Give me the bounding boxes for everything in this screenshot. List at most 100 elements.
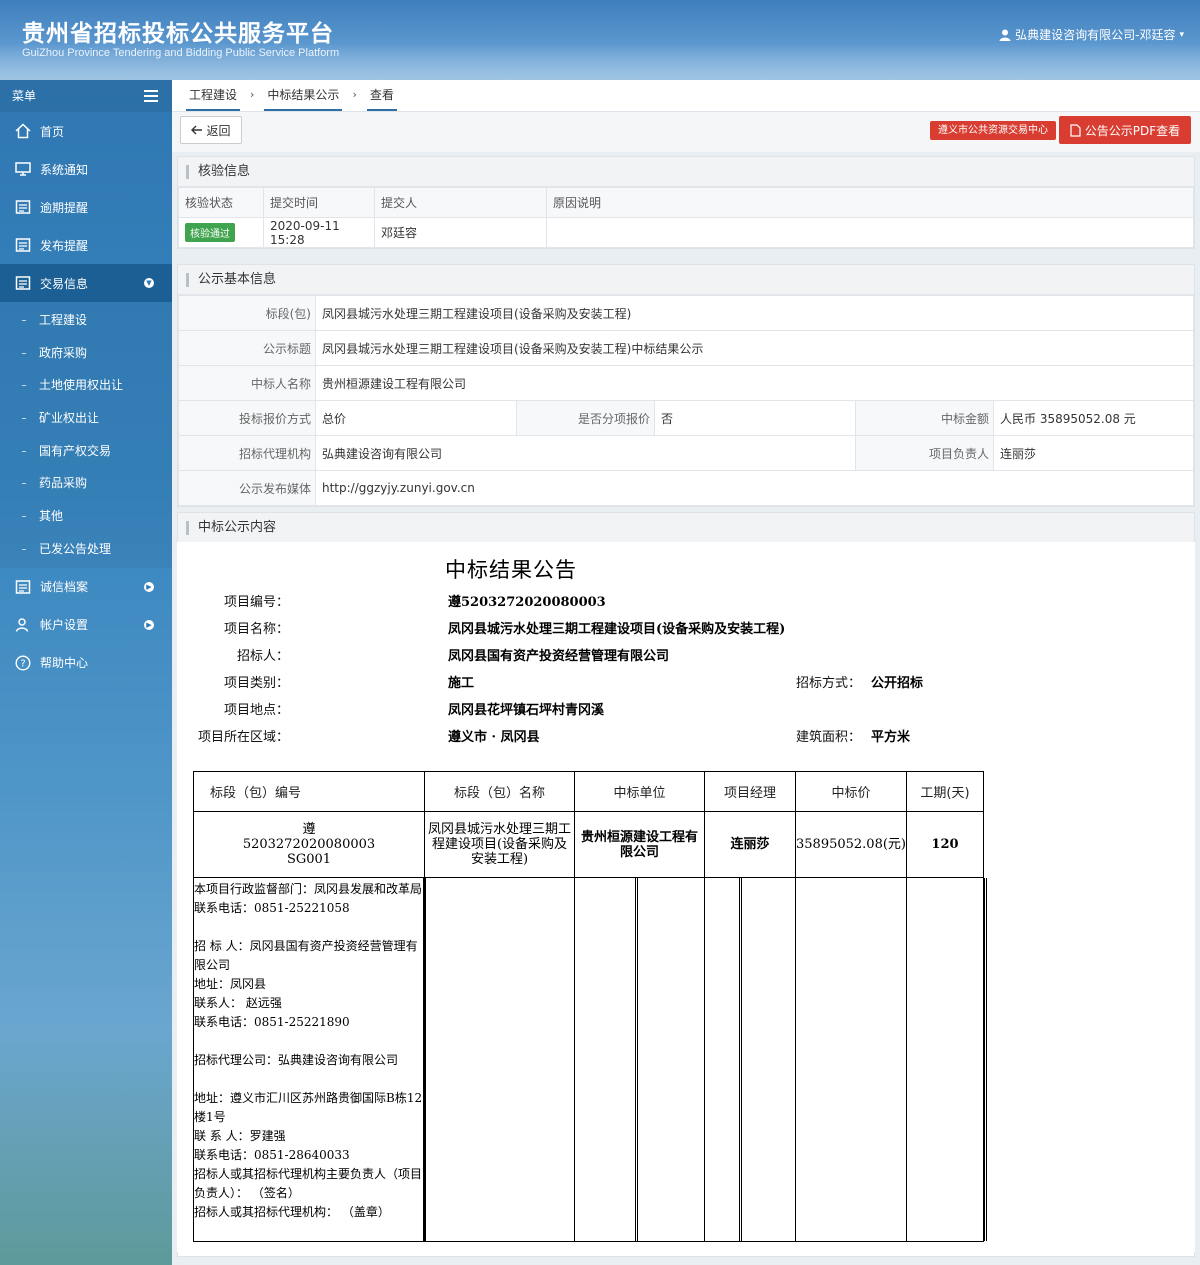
divider-line [635, 878, 638, 1241]
empty-cell [906, 877, 987, 1242]
section-code-suffix: SG001 [286, 852, 332, 867]
divider-line [739, 878, 742, 1241]
label-amount: 中标金额 [855, 400, 994, 436]
sidebar-item-label: 系统通知 [40, 162, 89, 177]
breadcrumb-item-result[interactable]: 中标结果公示 [264, 81, 343, 111]
chevron-down-icon: ▼ [144, 278, 154, 288]
value-owner: 凤冈县国有资产投资经营管理有限公司 [448, 649, 670, 664]
sub-item-land[interactable]: 土地使用权出让 [0, 369, 172, 402]
trade-center-link[interactable]: 遵义市公共资源交易中心 [930, 121, 1056, 140]
note-line: 招标人或其招标代理机构： （盖章） [194, 1205, 390, 1219]
sidebar-item-overdue[interactable]: 逾期提醒 [0, 188, 172, 226]
note-line: 联 系 人：罗建强 [194, 1129, 286, 1143]
value-winner: 贵州桓源建设工程有限公司 [315, 365, 1194, 401]
col-winner-unit: 中标单位 [574, 771, 705, 812]
sidebar-item-label: 诚信档案 [40, 580, 89, 594]
breadcrumb: 工程建设 › 中标结果公示 › 查看 [172, 80, 1200, 112]
caret-down-icon: ▾ [1179, 29, 1184, 40]
cell-project-manager: 连丽莎 [704, 811, 796, 878]
section-code-prefix: 遵 [302, 822, 316, 837]
label-notice: 公示标题 [178, 330, 316, 366]
sub-item-engineering[interactable]: 工程建设 [0, 304, 172, 337]
col-status: 核验状态 [178, 187, 264, 218]
value-area: 平方米 [871, 730, 911, 745]
sidebar-item-label: 首页 [40, 124, 65, 139]
value-notice: 凤冈县城污水处理三期工程建设项目(设备采购及安装工程)中标结果公示 [315, 330, 1194, 366]
back-label: 返回 [206, 123, 231, 138]
breadcrumb-separator: › [352, 88, 357, 101]
sidebar-item-help[interactable]: ? 帮助中心 [0, 644, 172, 682]
divider-line [984, 878, 987, 1241]
note-line: 地址：凤冈县 [194, 977, 267, 991]
note-line [194, 1070, 424, 1089]
sub-item-medicine[interactable]: 药品采购 [0, 467, 172, 500]
sidebar-item-label: 帮助中心 [40, 656, 89, 670]
empty-cell [795, 877, 907, 1242]
value-project-code: 遵5203272020080003 [448, 595, 606, 610]
value-agency: 弘典建设咨询有限公司 [315, 435, 856, 471]
site-header: 贵州省招标投标公共服务平台 GuiZhou Province Tendering… [0, 0, 1200, 80]
value-region: 遵义市 · 凤冈县 [448, 730, 540, 745]
sub-item-gov-purchase[interactable]: 政府采购 [0, 337, 172, 370]
breadcrumb-item-engineering[interactable]: 工程建设 [186, 81, 241, 111]
section-code-number: 5203272020080003 [242, 837, 376, 852]
menu-header: 菜单 [0, 80, 172, 112]
col-duration: 工期(天) [906, 771, 984, 812]
label-project-code: 项目编号： [223, 595, 289, 610]
col-price: 中标价 [795, 771, 907, 812]
sub-item-other[interactable]: 其他 [0, 500, 172, 533]
submit-time: 2020-09-11 15:28 [263, 217, 375, 248]
value-amount: 人民币 35895052.08 元 [993, 400, 1194, 436]
note-line: 地址：遵义市汇川区苏州路贵御国际B栋12楼1号 [194, 1091, 423, 1124]
sidebar-item-notice[interactable]: 系统通知 [0, 150, 172, 188]
hamburger-icon[interactable] [144, 90, 158, 102]
user-name: 弘典建设咨询有限公司-邓廷容 [1015, 28, 1176, 42]
submenu-trade: 工程建设 政府采购 土地使用权出让 矿业权出让 国有产权交易 药品采购 其他 已… [0, 302, 172, 568]
value-project-name: 凤冈县城污水处理三期工程建设项目(设备采购及安装工程) [448, 622, 786, 637]
cell-duration: 120 [906, 811, 984, 878]
breadcrumb-separator: › [250, 88, 255, 101]
label-winner: 中标人名称 [178, 365, 316, 401]
chevron-right-icon: ▶ [144, 581, 154, 592]
label-site: 项目地点： [223, 703, 289, 718]
label-media: 公示发布媒体 [178, 470, 316, 506]
note-line: 招标代理公司：弘典建设咨询有限公司 [194, 1053, 399, 1067]
toolbar: 返回 遵义市公共资源交易中心 公告公示PDF查看 [172, 112, 1200, 152]
announcement-document: 中标结果公告 项目编号： 遵5203272020080003 项目名称： 凤冈县… [177, 542, 1195, 1252]
value-split: 否 [654, 400, 856, 436]
back-icon [191, 125, 203, 135]
label-section: 标段(包) [178, 295, 316, 331]
monitor-icon [14, 160, 32, 178]
note-line [194, 1032, 424, 1051]
pdf-view-button[interactable]: 公告公示PDF查看 [1059, 116, 1191, 144]
col-project-manager: 项目经理 [704, 771, 796, 812]
cell-section-name: 凤冈县城污水处理三期工程建设项目(设备采购及安装工程) [424, 811, 575, 878]
note-line: 联系电话：0851-28640033 [194, 1148, 350, 1162]
basic-info-title: 公示基本信息 [178, 265, 1194, 295]
notes-list: 本项目行政监督部门：凤冈县发展和改革局 联系电话：0851-25221058 招 标… [194, 878, 424, 1222]
back-button[interactable]: 返回 [180, 116, 242, 144]
sub-item-published[interactable]: 已发公告处理 [0, 533, 172, 566]
breadcrumb-item-view[interactable]: 查看 [366, 81, 397, 111]
sub-item-mining[interactable]: 矿业权出让 [0, 402, 172, 435]
menu-label: 菜单 [12, 89, 37, 103]
note-line: 联系人： 赵远强 [194, 996, 282, 1010]
sidebar-item-home[interactable]: 首页 [0, 112, 172, 150]
pdf-icon [1070, 123, 1081, 137]
label-region: 项目所在区域： [197, 730, 289, 745]
note-line: 联系电话：0851-25221058 [194, 901, 350, 915]
label-owner: 招标人： [236, 649, 289, 664]
empty-cell [424, 877, 575, 1242]
sidebar-item-publish[interactable]: 发布提醒 [0, 226, 172, 264]
sub-item-state-property[interactable]: 国有产权交易 [0, 435, 172, 468]
empty-cell [704, 877, 796, 1242]
user-menu[interactable]: 弘典建设咨询有限公司-邓廷容 ▾ [999, 26, 1184, 43]
value-method: 公开招标 [871, 676, 924, 691]
basic-info-table: 标段(包) 凤冈县城污水处理三期工程建设项目(设备采购及安装工程) 公示标题 凤… [178, 295, 1194, 506]
sidebar-item-credit[interactable]: 诚信档案 ▶ [0, 568, 172, 606]
notes-row: 本项目行政监督部门：凤冈县发展和改革局 联系电话：0851-25221058 招 标… [193, 877, 987, 1242]
sidebar-item-trade[interactable]: 交易信息 ▼ [0, 264, 172, 302]
sidebar-item-account[interactable]: 帐户设置 ▶ [0, 606, 172, 644]
col-time: 提交时间 [263, 187, 375, 218]
empty-cell [574, 877, 705, 1242]
